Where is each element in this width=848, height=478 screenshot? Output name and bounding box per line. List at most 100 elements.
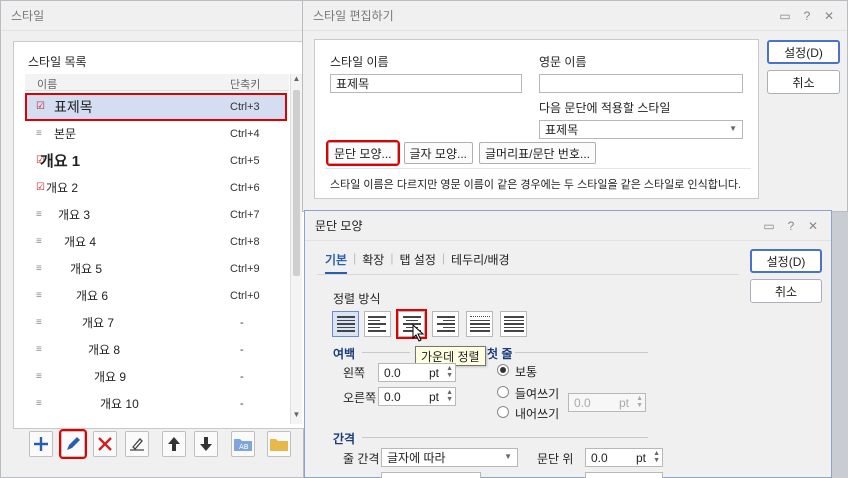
style-row[interactable]: ≡ 본문 Ctrl+4 xyxy=(25,120,287,147)
move-down-button[interactable] xyxy=(194,431,218,457)
style-row[interactable]: ☑ 개요 1 Ctrl+5 xyxy=(25,147,287,174)
scroll-down-arrow[interactable]: ▼ xyxy=(291,410,302,424)
right-margin-input[interactable]: 0.0 pt ▲ ▼ xyxy=(378,387,456,406)
space-below-input-partial[interactable] xyxy=(585,472,663,478)
style-settings-button[interactable] xyxy=(125,431,149,457)
pencil-icon xyxy=(67,437,80,450)
style-dialog-titlebar: 스타일 xyxy=(1,1,303,31)
bullet-numbering-button[interactable]: 글머리표/문단 번호... xyxy=(479,142,596,164)
move-up-button[interactable] xyxy=(162,431,186,457)
style-name: 본문 xyxy=(54,127,77,141)
right-margin-label: 오른쪽 xyxy=(343,391,377,405)
style-dialog: 스타일 스타일 목록 이름 단축키 ☑ 표제목 Ctrl+3 ≡ 본문 Ctrl+4 ☑ 개요… xyxy=(0,0,309,478)
edit-dialog-title: 스타일 편집하기 xyxy=(313,9,394,23)
align-distribute-button[interactable] xyxy=(466,311,493,337)
para-style-icon: ≡ xyxy=(36,316,42,328)
para-check-icon: ☑ xyxy=(36,181,45,193)
tab-extended[interactable]: 확장 xyxy=(362,251,384,274)
space-above-value: 0.0 xyxy=(591,450,608,465)
style-row[interactable]: ≡ 개요 9 - xyxy=(25,363,287,390)
spacing-divider xyxy=(362,437,648,438)
unit-label: pt xyxy=(428,365,439,380)
align-right-button[interactable] xyxy=(432,311,459,337)
edit-style-button[interactable] xyxy=(59,429,87,459)
style-list[interactable]: ☑ 표제목 Ctrl+3 ≡ 본문 Ctrl+4 ☑ 개요 1 Ctrl+5 ☑ 개요 2 Ctrl+… xyxy=(25,91,289,423)
paragraph-shape-button[interactable]: 문단 모양... xyxy=(326,140,400,166)
first-line-outdent-label: 내어쓰기 xyxy=(515,407,560,421)
help-icon[interactable]: ? xyxy=(783,219,799,233)
scrollbar[interactable]: ▲ ▼ xyxy=(290,74,302,424)
cursor-pointer-icon xyxy=(412,323,426,345)
style-row[interactable]: ≡ 개요 6 Ctrl+0 xyxy=(25,282,287,309)
import-styles-button[interactable]: AB xyxy=(231,431,255,457)
para-cancel-button[interactable]: 취소 xyxy=(750,279,822,303)
style-row-selected[interactable]: ☑ 표제목 Ctrl+3 xyxy=(25,93,287,121)
spinner-icon[interactable]: ▲ ▼ xyxy=(636,395,643,409)
open-folder-button[interactable] xyxy=(267,431,291,457)
folder-text-icon: AB xyxy=(234,439,252,451)
align-divide-button[interactable] xyxy=(500,311,527,337)
align-justify-button[interactable] xyxy=(332,311,359,337)
line-spacing-select[interactable]: 글자에 따라 ▼ xyxy=(381,448,518,467)
col-shortcut-header: 단축키 xyxy=(230,79,261,91)
para-style-icon: ≡ xyxy=(36,397,42,409)
style-row[interactable]: ≡ 개요 4 Ctrl+8 xyxy=(25,228,287,255)
edit-cancel-button[interactable]: 취소 xyxy=(767,70,840,94)
scroll-up-arrow[interactable]: ▲ xyxy=(291,74,302,88)
style-name: 개요 10 xyxy=(100,397,139,411)
dropdown-arrow-icon: ▼ xyxy=(504,452,512,461)
line-spacing-value-input-partial[interactable] xyxy=(381,472,481,478)
para-style-icon: ≡ xyxy=(36,235,42,247)
comment-icon[interactable]: ▭ xyxy=(761,219,777,233)
edit-ok-button[interactable]: 설정(D) xyxy=(767,40,840,64)
edit-dialog-titlebar: 스타일 편집하기 ▭ ? ✕ xyxy=(303,1,847,31)
char-shape-button[interactable]: 글자 모양... xyxy=(403,142,473,164)
space-above-input[interactable]: 0.0 pt ▲ ▼ xyxy=(585,448,663,467)
style-shortcut: Ctrl+5 xyxy=(230,154,260,167)
next-style-value: 표제목 xyxy=(545,123,579,137)
style-list-header: 이름 단축키 xyxy=(25,74,289,91)
line-spacing-value: 글자에 따라 xyxy=(387,451,446,465)
style-shortcut: Ctrl+8 xyxy=(230,235,260,248)
scroll-thumb[interactable] xyxy=(293,90,300,276)
english-name-input[interactable] xyxy=(539,74,743,93)
add-style-button[interactable] xyxy=(29,431,53,457)
left-margin-input[interactable]: 0.0 pt ▲ ▼ xyxy=(378,363,456,382)
close-icon[interactable]: ✕ xyxy=(805,219,821,233)
help-icon[interactable]: ? xyxy=(799,9,815,23)
plus-icon xyxy=(34,437,48,451)
style-row[interactable]: ☑ 개요 2 Ctrl+6 xyxy=(25,174,287,201)
align-left-button[interactable] xyxy=(364,311,391,337)
first-line-outdent-radio[interactable] xyxy=(497,406,509,418)
spacing-section-label: 간격 xyxy=(333,432,356,446)
para-ok-button[interactable]: 설정(D) xyxy=(750,249,822,273)
style-row[interactable]: ≡ 개요 10 - xyxy=(25,390,287,417)
spinner-icon[interactable]: ▲ ▼ xyxy=(446,389,453,403)
next-style-select[interactable]: 표제목 ▼ xyxy=(539,120,743,139)
style-name-input[interactable]: 표제목 xyxy=(330,74,522,93)
first-line-indent-label: 들여쓰기 xyxy=(515,387,560,401)
style-name: 표제목 xyxy=(54,99,93,115)
spinner-icon[interactable]: ▲ ▼ xyxy=(446,365,453,379)
tab-tab-settings[interactable]: 탭 설정 xyxy=(399,251,435,274)
style-shortcut: - xyxy=(240,370,244,383)
style-name: 개요 1 xyxy=(40,153,81,170)
style-dialog-title: 스타일 xyxy=(11,9,45,23)
spinner-icon[interactable]: ▲ ▼ xyxy=(653,450,660,464)
comment-icon[interactable]: ▭ xyxy=(777,9,793,23)
first-line-normal-radio[interactable] xyxy=(497,364,509,376)
style-name: 개요 9 xyxy=(94,370,127,384)
style-row[interactable]: ≡ 개요 8 - xyxy=(25,336,287,363)
first-line-section-label: 첫 줄 xyxy=(487,347,513,361)
pen-lines-icon xyxy=(130,438,144,451)
style-row[interactable]: ≡ 개요 3 Ctrl+7 xyxy=(25,201,287,228)
delete-style-button[interactable] xyxy=(93,431,117,457)
tab-basic[interactable]: 기본 xyxy=(325,251,348,274)
style-row[interactable]: ≡ 개요 5 Ctrl+9 xyxy=(25,255,287,282)
unit-label: pt xyxy=(618,395,629,410)
close-icon[interactable]: ✕ xyxy=(821,9,837,23)
first-line-value-input[interactable]: 0.0 pt ▲ ▼ xyxy=(568,393,646,412)
first-line-indent-radio[interactable] xyxy=(497,386,509,398)
style-row[interactable]: ≡ 개요 7 - xyxy=(25,309,287,336)
tab-border-background[interactable]: 테두리/배경 xyxy=(451,251,510,274)
